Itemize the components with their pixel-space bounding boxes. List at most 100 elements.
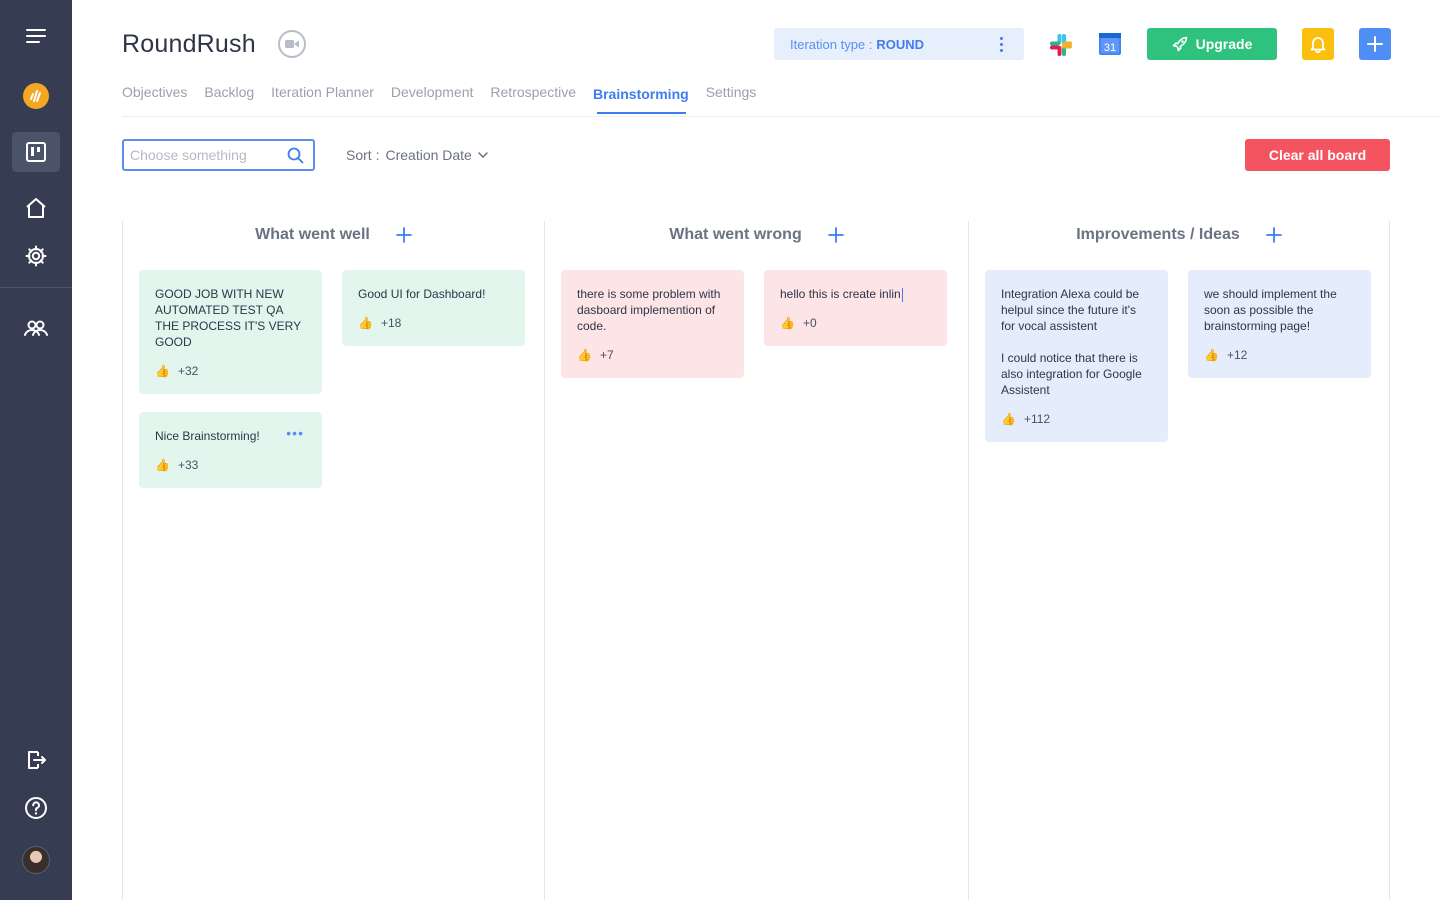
- slack-icon: [1050, 34, 1072, 56]
- sidebar-item-settings[interactable]: [12, 236, 60, 276]
- like-button[interactable]: 👍 +0: [780, 315, 931, 331]
- tabs-divider: [122, 116, 1440, 117]
- upgrade-button[interactable]: Upgrade: [1147, 28, 1277, 60]
- create-new-button[interactable]: [1359, 28, 1391, 60]
- thumbs-up-icon: 👍: [577, 348, 592, 362]
- upgrade-label: Upgrade: [1195, 36, 1253, 52]
- add-card-button[interactable]: [395, 227, 412, 243]
- plus-icon: [1367, 36, 1383, 52]
- thumbs-up-icon: 👍: [155, 458, 170, 472]
- like-button[interactable]: 👍 +32: [155, 363, 306, 379]
- idea-card[interactable]: Good UI for Dashboard! 👍 +18: [342, 270, 525, 346]
- logout-icon: [28, 751, 46, 769]
- workspace-logo-icon: [23, 83, 49, 109]
- column-header-went-well: What went well: [123, 224, 544, 246]
- sidebar-item-boards[interactable]: [12, 132, 60, 172]
- like-button[interactable]: 👍 +18: [358, 315, 509, 331]
- sort-label: Sort :: [346, 147, 380, 163]
- more-options-icon[interactable]: •••: [286, 426, 304, 440]
- gear-icon: [25, 245, 47, 267]
- tab-retrospective[interactable]: Retrospective: [490, 84, 576, 116]
- sidebar: [0, 0, 72, 900]
- thumbs-up-icon: 👍: [1204, 348, 1219, 362]
- plus-icon: [827, 227, 844, 243]
- card-text: Integration Alexa could be helpul since …: [1001, 287, 1142, 397]
- google-calendar-button[interactable]: 31: [1098, 32, 1122, 56]
- sidebar-item-help[interactable]: [12, 788, 60, 828]
- team-icon: [24, 320, 48, 336]
- text-cursor: [901, 287, 903, 302]
- column-divider: [968, 221, 969, 900]
- menu-button[interactable]: [12, 16, 60, 56]
- chevron-down-icon: [478, 152, 488, 158]
- idea-card[interactable]: there is some problem with dasboard impl…: [561, 270, 744, 378]
- like-button[interactable]: 👍 +12: [1204, 347, 1355, 363]
- notifications-button[interactable]: [1302, 28, 1334, 60]
- idea-card[interactable]: we should implement the soon as possible…: [1188, 270, 1371, 378]
- user-avatar-button[interactable]: [12, 840, 60, 880]
- idea-card[interactable]: Integration Alexa could be helpul since …: [985, 270, 1168, 442]
- thumbs-up-icon: 👍: [780, 316, 795, 330]
- tab-settings[interactable]: Settings: [706, 84, 757, 116]
- idea-card[interactable]: GOOD JOB WITH NEW AUTOMATED TEST QA THE …: [139, 270, 322, 394]
- search-icon[interactable]: [287, 147, 304, 164]
- idea-card-editing[interactable]: hello this is create inlin 👍 +0: [764, 270, 947, 346]
- tab-development[interactable]: Development: [391, 84, 474, 116]
- like-count: +0: [802, 316, 817, 330]
- video-call-button[interactable]: [278, 30, 306, 58]
- iteration-type-value: ROUND: [876, 36, 925, 52]
- plus-icon: [395, 227, 412, 243]
- tab-objectives[interactable]: Objectives: [122, 84, 187, 116]
- tab-brainstorming[interactable]: Brainstorming: [593, 86, 689, 118]
- thumbs-up-icon: 👍: [358, 316, 373, 330]
- sidebar-item-logout[interactable]: [12, 740, 60, 780]
- sort-dropdown[interactable]: Sort : Creation Date: [346, 147, 488, 163]
- card-text: there is some problem with dasboard impl…: [577, 287, 721, 333]
- video-icon: [285, 40, 299, 48]
- tab-backlog[interactable]: Backlog: [204, 84, 254, 116]
- like-count: +18: [380, 316, 402, 330]
- card-text: Nice Brainstorming!: [155, 429, 260, 443]
- project-tabs: Objectives Backlog Iteration Planner Dev…: [122, 84, 773, 116]
- slack-integration-button[interactable]: [1048, 32, 1074, 58]
- home-icon: [26, 198, 46, 218]
- column-title: What went wrong: [669, 226, 802, 243]
- calendar-icon: 31: [1099, 33, 1121, 55]
- card-text: hello this is create inlin: [780, 287, 901, 301]
- iteration-type-label: Iteration type :: [790, 36, 873, 52]
- board-icon: [26, 142, 46, 162]
- like-button[interactable]: 👍 +112: [1001, 411, 1152, 427]
- column-header-improvements: Improvements / Ideas: [969, 224, 1389, 246]
- column-divider: [1389, 221, 1390, 900]
- add-card-button[interactable]: [1265, 227, 1282, 243]
- thumbs-up-icon: 👍: [155, 364, 170, 378]
- search-input[interactable]: [130, 147, 280, 163]
- kebab-menu-icon[interactable]: [1000, 37, 1004, 52]
- like-button[interactable]: 👍 +7: [577, 347, 728, 363]
- like-count: +32: [177, 364, 199, 378]
- sidebar-item-team[interactable]: [12, 308, 60, 348]
- column-header-went-wrong: What went wrong: [545, 224, 968, 246]
- like-button[interactable]: 👍 +33: [155, 457, 306, 473]
- idea-card[interactable]: Nice Brainstorming! ••• 👍 +33: [139, 412, 322, 488]
- column-divider: [122, 221, 123, 900]
- like-count: +7: [599, 348, 614, 362]
- thumbs-up-icon: 👍: [1001, 412, 1016, 426]
- add-card-button[interactable]: [827, 227, 844, 243]
- bell-icon: [1310, 37, 1326, 53]
- column-title: Improvements / Ideas: [1076, 226, 1240, 243]
- card-text: GOOD JOB WITH NEW AUTOMATED TEST QA THE …: [155, 287, 301, 349]
- sidebar-item-home[interactable]: [12, 188, 60, 228]
- avatar: [22, 846, 50, 874]
- sidebar-divider: [0, 287, 72, 288]
- workspace-logo-button[interactable]: [12, 76, 60, 116]
- like-count: +12: [1226, 348, 1248, 362]
- iteration-type-selector[interactable]: Iteration type : ROUND: [774, 28, 1024, 60]
- card-inline-editor[interactable]: hello this is create inlin: [780, 286, 931, 302]
- menu-icon: [26, 29, 46, 43]
- clear-all-board-button[interactable]: Clear all board: [1245, 139, 1390, 171]
- tab-iteration-planner[interactable]: Iteration Planner: [271, 84, 374, 116]
- plus-icon: [1265, 227, 1282, 243]
- card-text: Good UI for Dashboard!: [358, 287, 486, 301]
- like-count: +112: [1023, 412, 1051, 426]
